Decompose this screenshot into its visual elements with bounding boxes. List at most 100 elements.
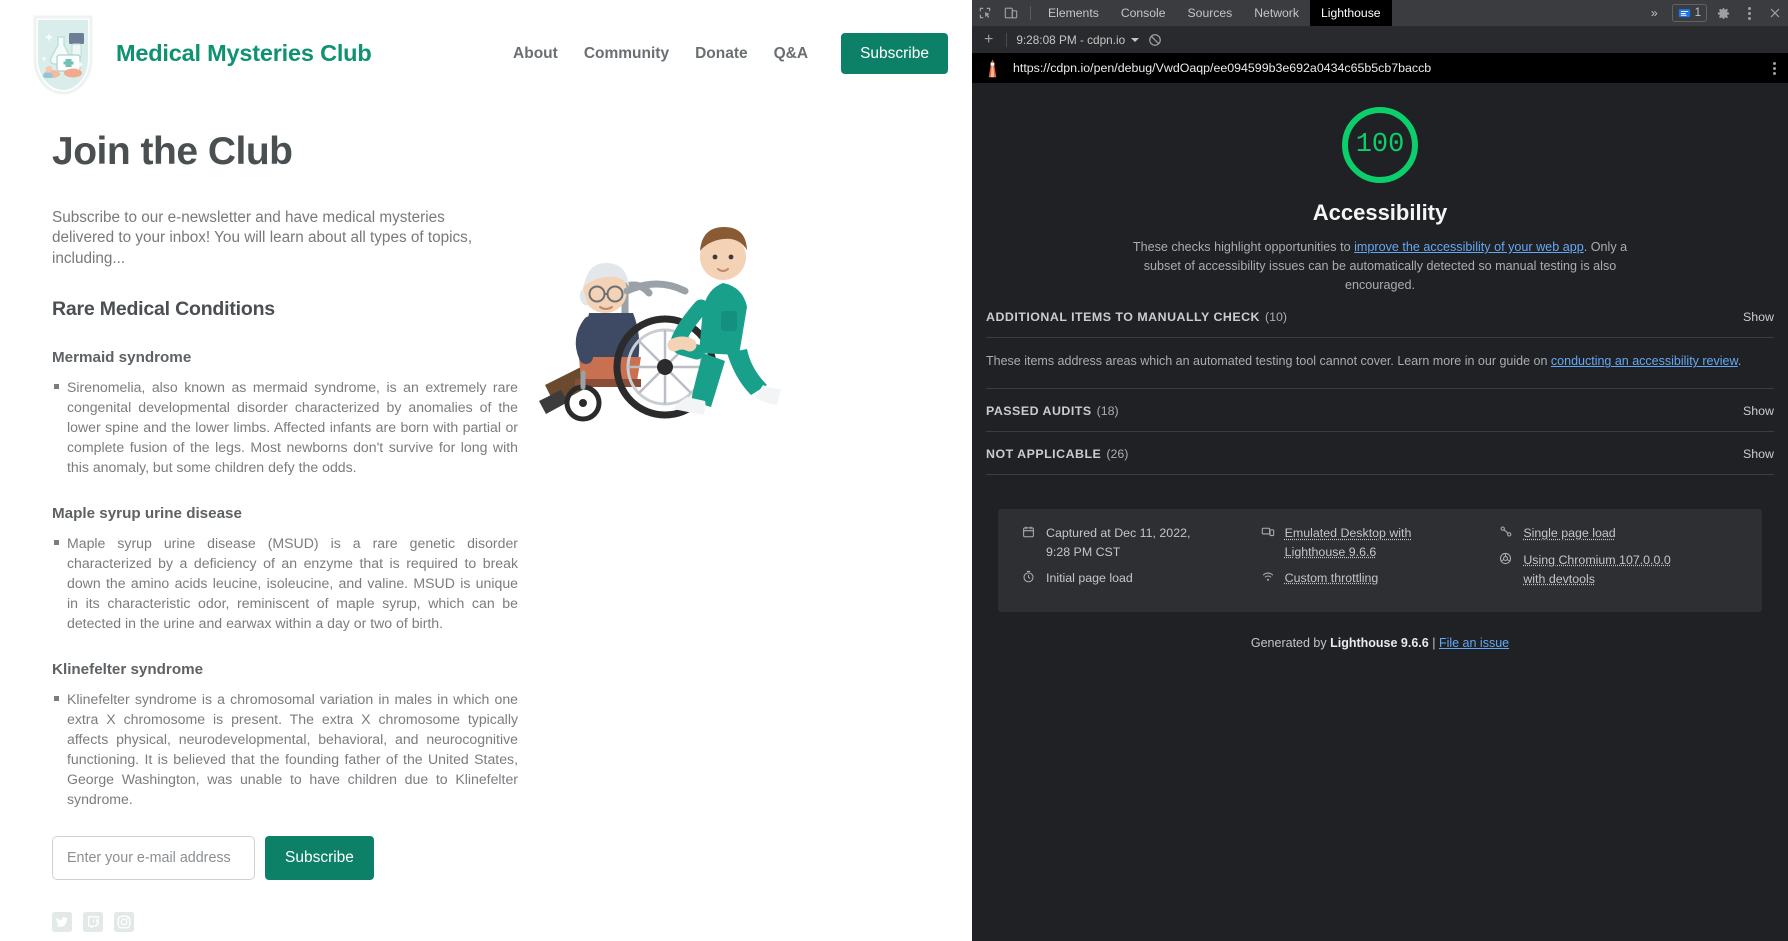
inspect-element-icon[interactable] (972, 0, 998, 26)
close-icon[interactable] (1762, 0, 1788, 26)
subscribe-form: Subscribe (52, 836, 920, 880)
nav-item-qa[interactable]: Q&A (774, 45, 808, 63)
audit-group-count: (26) (1106, 447, 1128, 461)
report-kebab-menu-icon[interactable] (1773, 62, 1776, 75)
twitter-icon[interactable] (52, 912, 72, 932)
twitch-icon[interactable] (83, 912, 103, 932)
metadata-captured-text: Captured at Dec 11, 2022, 9:28 PM CST (1046, 524, 1206, 561)
file-an-issue-link[interactable]: File an issue (1439, 636, 1509, 650)
gear-icon[interactable] (1710, 0, 1736, 26)
report-url-bar: https://cdpn.io/pen/debug/VwdOaqp/ee0945… (972, 53, 1788, 83)
condition-list-klinefelter: Klinefelter syndrome is a chromosomal va… (52, 689, 518, 809)
audit-group-label: NOT APPLICABLE (986, 447, 1101, 461)
audit-group-count: (18) (1097, 404, 1119, 418)
brand-title[interactable]: Medical Mysteries Club (116, 40, 372, 67)
metadata-throttling-link[interactable]: Custom throttling (1285, 569, 1379, 588)
devtools-toolbar-right: » 1 (1640, 0, 1788, 26)
tab-sources[interactable]: Sources (1177, 0, 1244, 26)
nav-item-community[interactable]: Community (584, 45, 669, 63)
messages-count: 1 (1695, 7, 1701, 19)
webpage-viewport: Medical Mysteries Club About Community D… (0, 0, 972, 941)
metadata-captured: Captured at Dec 11, 2022, 9:28 PM CST (1022, 524, 1261, 561)
audit-group-manual[interactable]: ADDITIONAL ITEMS TO MANUALLY CHECK (10) … (986, 295, 1774, 338)
metadata-chromium-link[interactable]: Using Chromium 107.0.0.0 with devtools (1523, 551, 1683, 588)
metadata-emulation: Emulated Desktop with Lighthouse 9.6.6 (1261, 524, 1500, 561)
report-footer: Generated by Lighthouse 9.6.6 | File an … (972, 636, 1788, 650)
score-gauge-section: 100 Accessibility These checks highlight… (972, 83, 1788, 295)
tab-elements[interactable]: Elements (1037, 0, 1110, 26)
manual-check-note: These items address areas which an autom… (986, 338, 1774, 389)
chromium-icon (1499, 552, 1514, 571)
instagram-icon[interactable] (114, 912, 134, 932)
more-tabs-overflow-button[interactable]: » (1640, 0, 1669, 26)
audit-group-count: (10) (1265, 310, 1287, 324)
report-url[interactable]: https://cdpn.io/pen/debug/VwdOaqp/ee0945… (1013, 61, 1761, 75)
accessibility-review-link[interactable]: conducting an accessibility review (1551, 354, 1738, 368)
calendar-icon (1022, 525, 1037, 544)
lighthouse-favicon-icon (984, 59, 1001, 78)
lighthouse-report: https://cdpn.io/pen/debug/VwdOaqp/ee0945… (972, 53, 1788, 941)
nurse-pushing-wheelchair-illustration (527, 195, 817, 445)
medical-shield-logo-icon[interactable] (28, 11, 98, 97)
toolbar-divider (1030, 6, 1031, 20)
metadata-column-2: Emulated Desktop with Lighthouse 9.6.6 C… (1261, 524, 1500, 595)
clear-disabled-icon[interactable] (1148, 33, 1162, 47)
social-links (52, 912, 920, 932)
header-subscribe-button[interactable]: Subscribe (841, 33, 948, 75)
subbar-divider (1006, 33, 1007, 47)
accessibility-score-gauge[interactable]: 100 (1342, 107, 1418, 183)
nav-item-about[interactable]: About (513, 45, 558, 63)
page-content: Join the Club Subscribe to our e-newslet… (0, 130, 972, 932)
audit-run-select[interactable]: 9:28:08 PM - cdpn.io (1016, 33, 1139, 47)
metadata-column-1: Captured at Dec 11, 2022, 9:28 PM CST In… (1022, 524, 1261, 595)
messages-icon (1678, 7, 1691, 20)
lighthouse-subbar: + 9:28:08 PM - cdpn.io (972, 27, 1788, 53)
metadata-throttling: Custom throttling (1261, 569, 1500, 589)
tab-console[interactable]: Console (1110, 0, 1177, 26)
new-audit-button[interactable]: + (980, 31, 997, 49)
devtools-tabbar: Elements Console Sources Network Lightho… (972, 0, 1788, 27)
audit-group-show-toggle[interactable]: Show (1743, 447, 1774, 461)
list-item: Sirenomelia, also known as mermaid syndr… (52, 377, 518, 477)
manual-note-post: . (1738, 354, 1741, 368)
audit-group-not-applicable[interactable]: NOT APPLICABLE (26) Show (986, 432, 1774, 475)
kebab-menu-icon[interactable] (1736, 0, 1762, 26)
tab-network[interactable]: Network (1243, 0, 1310, 26)
score-value: 100 (1356, 130, 1405, 160)
metadata-emulation-link[interactable]: Emulated Desktop with Lighthouse 9.6.6 (1285, 524, 1445, 561)
page-title: Join the Club (52, 130, 920, 174)
form-subscribe-button[interactable]: Subscribe (265, 836, 374, 880)
metadata-single-load-link[interactable]: Single page load (1523, 524, 1615, 543)
condition-list-mermaid: Sirenomelia, also known as mermaid syndr… (52, 377, 518, 477)
manual-note-pre: These items address areas which an autom… (986, 354, 1551, 368)
metadata-column-3: Single page load Using Chromium 107.0.0.… (1499, 524, 1738, 595)
audit-group-show-toggle[interactable]: Show (1743, 310, 1774, 324)
audit-group-passed[interactable]: PASSED AUDITS (18) Show (986, 389, 1774, 432)
email-input[interactable] (52, 836, 255, 880)
condition-title-klinefelter: Klinefelter syndrome (52, 661, 920, 678)
audit-group-show-toggle[interactable]: Show (1743, 404, 1774, 418)
list-item: Maple syrup urine disease (MSUD) is a ra… (52, 533, 518, 633)
messages-badge[interactable]: 1 (1672, 4, 1707, 22)
nav-item-donate[interactable]: Donate (695, 45, 748, 63)
audit-group-label: PASSED AUDITS (986, 404, 1092, 418)
intro-paragraph: Subscribe to our e-newsletter and have m… (52, 208, 504, 269)
network-icon (1261, 570, 1276, 589)
footer-version: Lighthouse 9.6.6 (1330, 636, 1429, 650)
category-title: Accessibility (972, 200, 1788, 226)
footer-pre: Generated by (1251, 636, 1330, 650)
description-pre: These checks highlight opportunities to (1133, 240, 1354, 254)
metadata-page-load: Initial page load (1022, 569, 1261, 589)
audit-group-label: ADDITIONAL ITEMS TO MANUALLY CHECK (986, 310, 1260, 324)
site-header: Medical Mysteries Club About Community D… (0, 0, 972, 107)
condition-list-msud: Maple syrup urine disease (MSUD) is a ra… (52, 533, 518, 633)
accessibility-guide-link[interactable]: improve the accessibility of your web ap… (1354, 240, 1584, 254)
device-toolbar-icon[interactable] (998, 0, 1024, 26)
metadata-chromium: Using Chromium 107.0.0.0 with devtools (1499, 551, 1738, 588)
devtools-panel: Elements Console Sources Network Lightho… (972, 0, 1788, 941)
metadata-single-load: Single page load (1499, 524, 1738, 544)
tab-lighthouse[interactable]: Lighthouse (1310, 0, 1392, 26)
single-page-icon (1499, 525, 1514, 544)
audit-run-label: 9:28:08 PM - cdpn.io (1016, 33, 1125, 47)
main-nav: About Community Donate Q&A Subscribe (513, 33, 948, 75)
